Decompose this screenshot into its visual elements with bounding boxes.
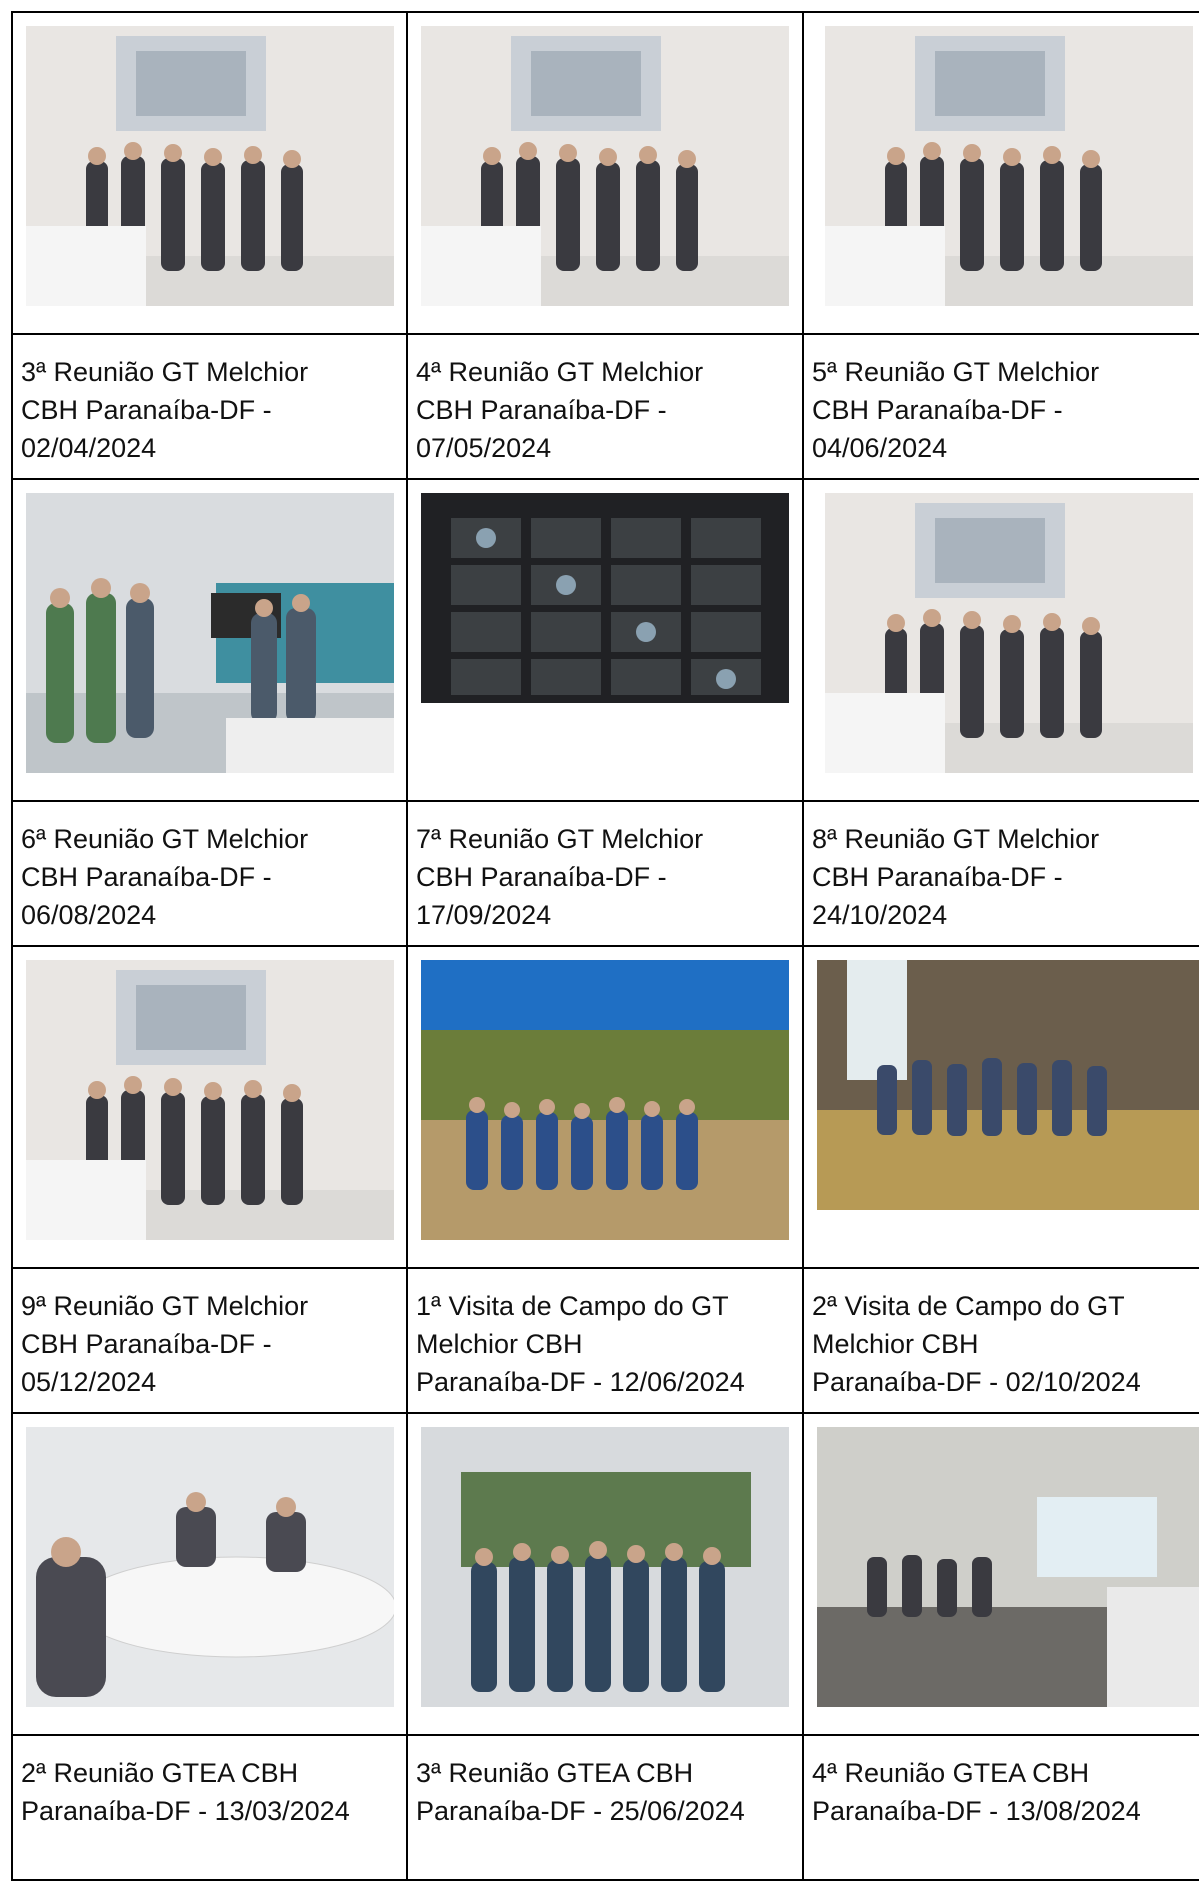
caption-row: 6ª Reunião GT Melchior CBH Paranaíba-DF … [13,802,1199,947]
caption-cell: 2ª Reunião GTEA CBH Paranaíba-DF - 13/03… [13,1736,408,1881]
photo-caption: 4ª Reunião GTEA CBH Paranaíba-DF - 13/08… [812,1758,1141,1826]
photo-caption: 3ª Reunião GT Melchior CBH Paranaíba-DF … [21,357,309,463]
photo-caption: 3ª Reunião GTEA CBH Paranaíba-DF - 25/06… [416,1758,745,1826]
photo-row [13,1414,1199,1736]
caption-row: 3ª Reunião GT Melchior CBH Paranaíba-DF … [13,335,1199,480]
office-group-photo [26,493,394,773]
photo-caption: 5ª Reunião GT Melchior CBH Paranaíba-DF … [812,357,1100,463]
caption-row: 2ª Reunião GTEA CBH Paranaíba-DF - 13/03… [13,1736,1199,1881]
photo-cell [408,947,804,1269]
photo-row [13,480,1199,802]
photo-caption: 7ª Reunião GT Melchior CBH Paranaíba-DF … [416,824,704,930]
caption-cell: 6ª Reunião GT Melchior CBH Paranaíba-DF … [13,802,408,947]
caption-cell: 2ª Visita de Campo do GT Melchior CBH Pa… [804,1269,1199,1414]
field-visit-photo [421,960,789,1240]
caption-cell: 1ª Visita de Campo do GT Melchior CBH Pa… [408,1269,804,1414]
caption-row: 9ª Reunião GT Melchior CBH Paranaíba-DF … [13,1269,1199,1414]
meeting-room-photo [817,1427,1199,1707]
photo-cell [804,947,1199,1269]
meeting-room-group-photo [26,26,394,306]
caption-cell: 3ª Reunião GTEA CBH Paranaíba-DF - 25/06… [408,1736,804,1881]
photo-cell [804,13,1199,335]
meeting-table-photo [26,1427,394,1707]
meeting-room-group-photo [817,493,1199,773]
photo-cell [13,480,408,802]
photo-cell [13,947,408,1269]
photo-caption: 4ª Reunião GT Melchior CBH Paranaíba-DF … [416,357,704,463]
photo-row [13,947,1199,1269]
caption-cell: 7ª Reunião GT Melchior CBH Paranaíba-DF … [408,802,804,947]
photo-cell [408,13,804,335]
meeting-room-group-photo [817,26,1199,306]
mural-group-photo [421,1427,789,1707]
caption-cell: 5ª Reunião GT Melchior CBH Paranaíba-DF … [804,335,1199,480]
photo-caption: 9ª Reunião GT Melchior CBH Paranaíba-DF … [21,1291,309,1397]
photo-row [13,13,1199,335]
video-call-screenshot [421,493,789,773]
photo-cell [804,480,1199,802]
caption-cell: 4ª Reunião GTEA CBH Paranaíba-DF - 13/08… [804,1736,1199,1881]
photo-caption: 1ª Visita de Campo do GT Melchior CBH Pa… [416,1291,745,1397]
photo-caption: 6ª Reunião GT Melchior CBH Paranaíba-DF … [21,824,309,930]
photo-caption: 2ª Reunião GTEA CBH Paranaíba-DF - 13/03… [21,1758,350,1826]
meeting-room-group-photo [26,960,394,1240]
caption-cell: 9ª Reunião GT Melchior CBH Paranaíba-DF … [13,1269,408,1414]
caption-cell: 4ª Reunião GT Melchior CBH Paranaíba-DF … [408,335,804,480]
photo-cell [13,1414,408,1736]
caption-cell: 3ª Reunião GT Melchior CBH Paranaíba-DF … [13,335,408,480]
photo-caption-table: 3ª Reunião GT Melchior CBH Paranaíba-DF … [11,11,1199,1881]
photo-cell [408,480,804,802]
photo-cell [408,1414,804,1736]
meeting-room-group-photo [421,26,789,306]
photo-caption: 2ª Visita de Campo do GT Melchior CBH Pa… [812,1291,1141,1397]
photo-cell [13,13,408,335]
photo-cell [804,1414,1199,1736]
waterfall-field-photo [817,960,1199,1240]
photo-caption: 8ª Reunião GT Melchior CBH Paranaíba-DF … [812,824,1100,930]
caption-cell: 8ª Reunião GT Melchior CBH Paranaíba-DF … [804,802,1199,947]
